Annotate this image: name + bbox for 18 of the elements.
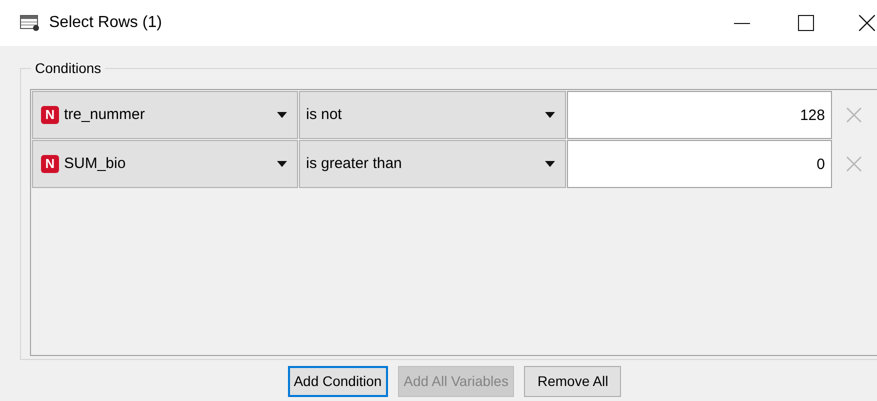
value-field[interactable]: 128 [567, 91, 832, 139]
close-icon[interactable] [859, 15, 875, 31]
caret-icon [545, 112, 555, 118]
window-icon [20, 15, 40, 31]
operator-dropdown[interactable]: is greater than [299, 140, 566, 188]
caret-icon [277, 112, 287, 118]
action-button[interactable]: Remove All [524, 366, 622, 397]
operator-dropdown[interactable]: is not [299, 91, 566, 139]
caret-icon [545, 161, 555, 167]
variable-dropdown[interactable]: N SUM_bio [32, 140, 298, 188]
value-field[interactable]: 0 [567, 140, 832, 188]
maximize-icon[interactable] [798, 15, 814, 31]
variable-dropdown[interactable]: N tre_nummer [32, 91, 298, 139]
type-badge: N [41, 155, 59, 173]
window-title: Select Rows (1) [49, 13, 162, 33]
caret-icon [277, 161, 287, 167]
action-button[interactable]: Add Condition [288, 366, 388, 397]
type-badge: N [41, 106, 59, 124]
